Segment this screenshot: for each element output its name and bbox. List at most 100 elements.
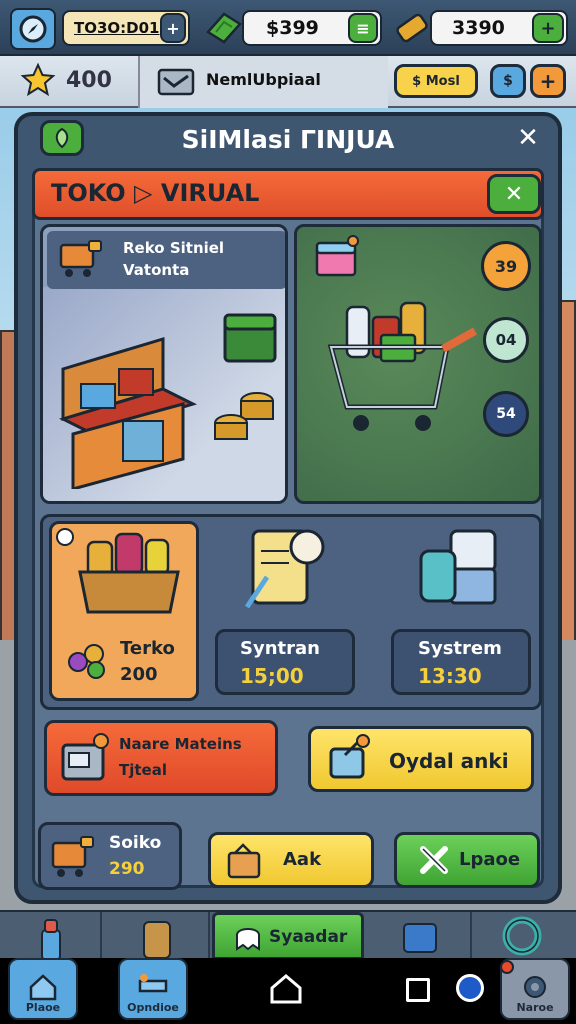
update-button[interactable]: Lpaoe xyxy=(394,832,540,888)
item-label-systrem: Systrem xyxy=(418,638,502,659)
nav-tab-4[interactable] xyxy=(366,912,472,960)
store-card[interactable]: Reko Sitniel Vatonta xyxy=(40,224,288,504)
nav-tab-5[interactable] xyxy=(472,912,576,960)
nav-tab-1[interactable] xyxy=(0,912,102,960)
compass-icon xyxy=(19,15,47,43)
home-outline-icon xyxy=(270,974,302,1004)
gold-pill: 3390 + xyxy=(430,10,568,46)
shop-small-label: $ xyxy=(503,73,513,89)
panel-title: SiIMlasi ΓINJUA xyxy=(181,124,395,154)
item-info-syntran: Syntran 15;00 xyxy=(215,629,355,695)
timer-text: TO3O:D01 xyxy=(74,19,160,37)
bottom-nav: Syaadar xyxy=(0,910,576,960)
gold-bar-icon xyxy=(396,13,428,43)
panel-close-button[interactable]: ✕ xyxy=(512,122,544,154)
shop-small-button[interactable]: $ xyxy=(490,64,526,98)
profile-button[interactable] xyxy=(10,8,56,50)
item-label-syntran: Syntran xyxy=(240,638,320,659)
fruit-icon xyxy=(68,644,105,679)
system-home-label: Plaoe xyxy=(25,1001,61,1014)
storage-box-icon xyxy=(419,529,497,605)
android-home-button[interactable] xyxy=(268,972,304,1006)
system-account-label: Naroe xyxy=(516,1001,554,1014)
container-icon xyxy=(403,923,437,953)
shop-title: TOKO ▷ VIRUAL xyxy=(51,179,260,207)
daily-label: Oydal anki xyxy=(389,749,509,773)
stock-cart-icon xyxy=(51,836,94,877)
coin-stack-icon xyxy=(214,392,274,440)
house-icon xyxy=(29,974,57,1001)
crate-icon xyxy=(227,843,261,879)
handshake-icon xyxy=(157,68,195,96)
ask-label: Aak xyxy=(283,849,322,870)
ask-button[interactable]: Aak xyxy=(208,832,374,888)
mission-strip[interactable]: NemlUbpiaal xyxy=(138,56,388,108)
star-icon xyxy=(20,62,56,97)
cart-badge-2[interactable]: 04 xyxy=(483,317,529,363)
nav-tab-syaadar-label: Syaadar xyxy=(269,927,348,947)
simulation-panel: SiIMlasi ΓINJUA ✕ TOKO ▷ VIRUAL ✕ Reko S… xyxy=(14,112,562,904)
nav-tab-syaadar[interactable]: Syaadar xyxy=(212,912,364,960)
android-recents-button[interactable] xyxy=(406,978,430,1002)
maintenance-button[interactable]: Naare Mateins Tjteal xyxy=(44,720,278,796)
stock-box[interactable]: Soiko 290 xyxy=(38,822,182,890)
reward-button[interactable]: $ Mosl xyxy=(394,64,478,98)
notification-dot xyxy=(500,960,514,974)
jar-icon xyxy=(143,921,171,959)
nav-tab-2[interactable] xyxy=(102,912,210,960)
bucket-icon xyxy=(329,734,370,779)
maintenance-label-2: Tjteal xyxy=(119,761,167,779)
storefront-icon xyxy=(58,336,198,489)
system-open-tab[interactable]: Opndioe xyxy=(118,958,188,1020)
timer-add-button[interactable]: + xyxy=(160,13,186,43)
machine-icon xyxy=(61,733,109,781)
bottle-icon xyxy=(41,919,61,960)
store-cart-icon xyxy=(59,240,102,277)
item-card-terko[interactable]: Terko 200 xyxy=(49,521,199,701)
stars-value: 400 xyxy=(66,68,112,93)
timer-pill: TO3O:D01 + xyxy=(62,10,190,46)
item-card-systrem[interactable]: Systrem 13:30 xyxy=(389,521,539,701)
cart-badge-1[interactable]: 39 xyxy=(481,241,531,291)
cash-add-button[interactable]: ≡ xyxy=(348,13,378,43)
plus-label: + xyxy=(539,69,557,93)
reward-label: $ Mosl xyxy=(412,73,460,89)
item-card-syntran[interactable]: Syntran 15;00 xyxy=(215,521,365,701)
tools-icon xyxy=(420,846,448,874)
item-corner-icon xyxy=(56,528,74,546)
food-basket-icon xyxy=(78,532,180,614)
cash-icon xyxy=(206,12,242,44)
scroll-receipt-icon xyxy=(244,529,325,609)
gold-add-button[interactable]: + xyxy=(532,13,564,43)
shop-close-button[interactable]: ✕ xyxy=(487,174,541,214)
daily-button[interactable]: Oydal anki xyxy=(308,726,534,792)
stock-value: 290 xyxy=(109,859,145,879)
android-assist-button[interactable] xyxy=(456,974,484,1002)
system-bar: Plaoe Opndioe Naroe xyxy=(0,958,576,1024)
top-resource-bar: TO3O:D01 + $399 ≡ 3390 + xyxy=(0,0,576,56)
table-icon xyxy=(138,974,168,993)
cart-badge-3[interactable]: 54 xyxy=(483,391,529,437)
shopping-cart-icon xyxy=(327,301,477,431)
shop-close-label: ✕ xyxy=(504,181,524,207)
store-title-1: Reko Sitniel xyxy=(123,239,225,257)
mission-label: NemlUbpiaal xyxy=(206,70,321,89)
stock-label: Soiko xyxy=(109,833,162,853)
store-header-strip: Reko Sitniel Vatonta xyxy=(47,231,285,289)
item-value-terko: 200 xyxy=(120,664,158,685)
cash-value: $399 xyxy=(266,17,319,39)
gear-person-icon xyxy=(524,976,546,998)
cart-card[interactable]: 39 04 54 xyxy=(294,224,542,504)
item-value-systrem: 13:30 xyxy=(418,664,482,688)
plus-button[interactable]: + xyxy=(530,64,566,98)
status-bar: 400 NemlUbpiaal $ Mosl $ + xyxy=(0,56,576,108)
gold-value: 3390 xyxy=(452,17,505,39)
system-home-tab[interactable]: Plaoe xyxy=(8,958,78,1020)
update-label: Lpaoe xyxy=(459,849,521,870)
item-value-syntran: 15;00 xyxy=(240,664,304,688)
shop-header: TOKO ▷ VIRUAL ✕ xyxy=(32,168,544,220)
ghost-icon xyxy=(236,928,260,951)
store-title-2: Vatonta xyxy=(123,261,190,279)
maintenance-label-1: Naare Mateins xyxy=(119,735,242,753)
item-label-terko: Terko xyxy=(120,638,175,659)
